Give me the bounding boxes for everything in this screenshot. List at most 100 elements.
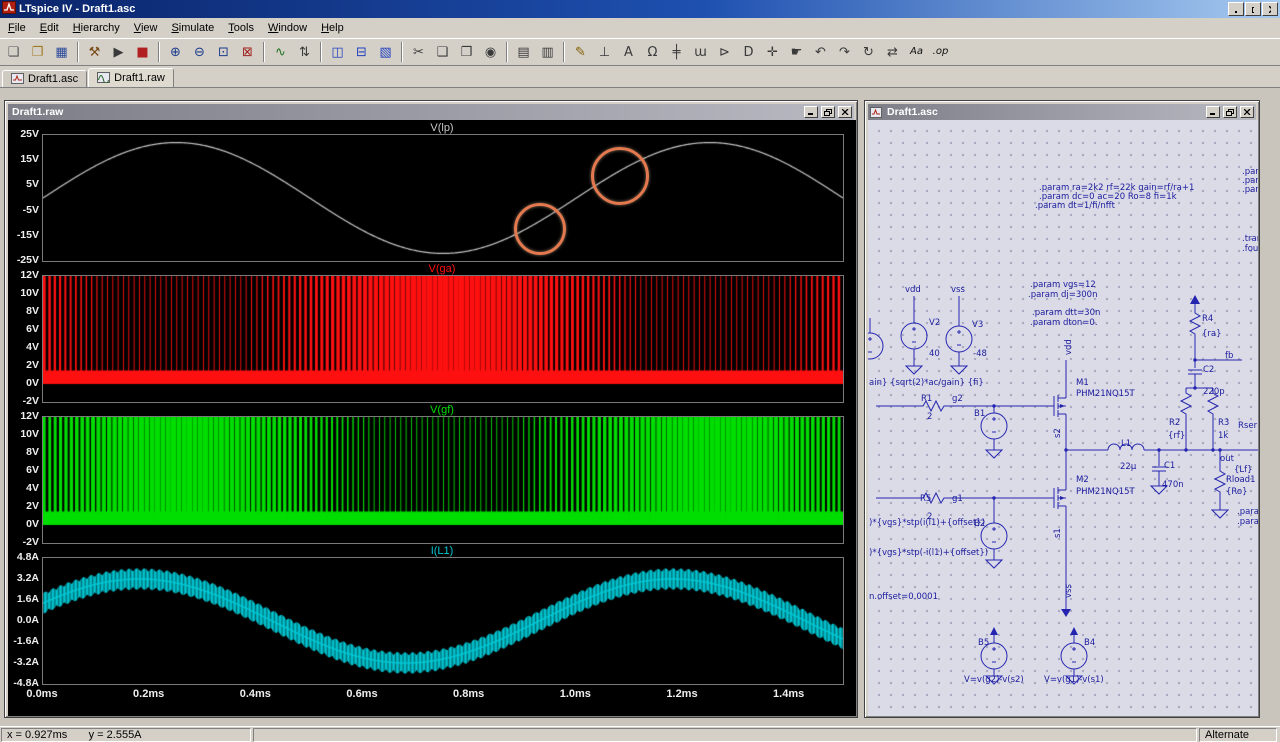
toolbar-place-capacitor-icon[interactable]: ╪ [665,41,688,63]
toolbar-new-schematic-icon[interactable]: ❏ [2,41,25,63]
schematic-text[interactable]: V3 [972,320,983,330]
tab-draft1.asc[interactable]: Draft1.asc [2,70,87,87]
schematic-text[interactable]: .param dt=1/fi/nfft [1035,201,1116,211]
voltage-source-clipped[interactable] [868,333,883,359]
toolbar-copy-icon[interactable]: ❑ [431,41,454,63]
schematic-text[interactable]: {ra} [1202,329,1222,339]
schematic-text[interactable]: 22µ [1120,462,1137,472]
schematic-text[interactable]: vss [1064,584,1074,598]
toolbar-zoom-full-extents-icon[interactable]: ⊡ [212,41,235,63]
schematic-text[interactable]: .param vgs=12 [1030,280,1096,290]
waveform-plot-pane-1[interactable] [42,275,844,403]
schematic-text[interactable]: 2 [927,412,932,422]
waveform-restore-button[interactable] [821,106,835,118]
toolbar-spice-directive-icon[interactable]: .op [929,41,952,63]
schematic-text[interactable]: 40 [929,349,940,359]
schematic-text[interactable]: .four [1242,244,1258,254]
schematic-close-button[interactable] [1240,106,1254,118]
waveform-plot-pane-3[interactable] [42,557,844,685]
schematic-text[interactable]: Rload1 [1226,475,1255,485]
toolbar-place-resistor-icon[interactable]: Ω [641,41,664,63]
toolbar-mirror-icon[interactable]: ⇄ [881,41,904,63]
toolbar-tile-vertical-icon[interactable]: ◫ [326,41,349,63]
toolbar-text-icon[interactable]: Aa [905,41,928,63]
trace-label-V(gf)[interactable]: V(gf) [42,404,842,416]
schematic-text[interactable]: out [1220,454,1235,464]
tab-draft1.raw[interactable]: Draft1.raw [88,68,174,87]
toolbar-place-diode-icon[interactable]: ⊳ [713,41,736,63]
schematic-text[interactable]: V=v(g1)-v(s1) [1044,675,1104,685]
schematic-text[interactable]: M2 [1076,475,1089,485]
schematic-text[interactable]: L1 [1121,439,1131,449]
schematic-text[interactable]: {Ro} [1226,487,1248,497]
toolbar-place-inductor-icon[interactable]: ɯ [689,41,712,63]
schematic-text[interactable]: 1k [1218,431,1228,441]
schematic-text[interactable]: )*{vgs}*stp(-i(l1)+{offset}) [869,548,988,558]
schematic-text[interactable]: -48 [973,349,987,359]
schematic-text[interactable]: {rf} [1168,431,1185,441]
toolbar-cascade-windows-icon[interactable]: ▧ [374,41,397,63]
waveform-plot-pane-2[interactable] [42,416,844,544]
schematic-text[interactable]: ain} {sqrt(2)*ac/gain} {fi} [869,378,984,388]
close-button[interactable] [1262,2,1278,16]
schematic-text[interactable]: V=v(g2)-v(s2) [964,675,1024,685]
toolbar-print-icon[interactable]: ▥ [536,41,559,63]
schematic-text[interactable]: R4 [1202,314,1213,324]
schematic-text[interactable]: 470n [1162,480,1184,490]
toolbar-autorange-y-axis-icon[interactable]: ⇅ [293,41,316,63]
schematic-text[interactable]: .param dtt=30n [1032,308,1100,318]
menu-item-help[interactable]: Help [314,19,351,37]
schematic-text[interactable]: C1 [1164,461,1175,471]
menu-item-file[interactable]: File [1,19,33,37]
trace-label-V(ga)[interactable]: V(ga) [42,263,842,275]
resistor-R4[interactable] [1190,310,1200,338]
schematic-text[interactable]: s2 [1053,428,1063,438]
toolbar-control-panel-icon[interactable]: ⚒ [83,41,106,63]
resistor-Rload[interactable] [1215,468,1225,496]
toolbar-place-component-icon[interactable]: D [737,41,760,63]
waveform-client[interactable]: V(lp)25V15V5V-5V-15V-25VV(ga)12V10V8V6V4… [8,120,856,716]
toolbar-zoom-out-icon[interactable]: ⊖ [188,41,211,63]
toolbar-undo-icon[interactable]: ↶ [809,41,832,63]
toolbar-tile-horizontal-icon[interactable]: ⊟ [350,41,373,63]
mosfet-M2[interactable] [1054,486,1066,510]
schematic-text[interactable]: )*{vgs}*stp(i(l1)+{offset}) [869,518,985,528]
schematic-text[interactable]: B5 [978,638,989,648]
menu-item-window[interactable]: Window [261,19,314,37]
voltage-source-V3[interactable] [946,326,972,352]
trace-label-V(lp)[interactable]: V(lp) [42,122,842,134]
schematic-restore-button[interactable] [1223,106,1237,118]
schematic-text[interactable]: g2 [952,394,963,404]
schematic-text[interactable]: B4 [1084,638,1095,648]
toolbar-cut-icon[interactable]: ✂ [407,41,430,63]
toolbar-open-file-icon[interactable]: ❐ [26,41,49,63]
trace-label-I(L1)[interactable]: I(L1) [42,545,842,557]
restore-button[interactable] [1245,2,1261,16]
toolbar-zoom-in-icon[interactable]: ⊕ [164,41,187,63]
schematic-text[interactable]: fb [1225,351,1233,361]
schematic-text[interactable]: .para [1242,185,1258,195]
schematic-text[interactable]: n.offset=0.0001 [869,592,938,602]
schematic-text[interactable]: vss [951,285,965,295]
toolbar-redo-icon[interactable]: ↷ [833,41,856,63]
schematic-text[interactable]: .param L [1237,517,1258,527]
waveform-window-titlebar[interactable]: Draft1.raw [8,104,854,120]
menu-item-hierarchy[interactable]: Hierarchy [66,19,127,37]
toolbar-draw-wire-icon[interactable]: ✎ [569,41,592,63]
schematic-text[interactable]: .param R [1237,507,1258,517]
toolbar-move-icon[interactable]: ✛ [761,41,784,63]
menu-item-view[interactable]: View [127,19,165,37]
schematic-text[interactable]: R1 [921,394,932,404]
menu-item-edit[interactable]: Edit [33,19,66,37]
resistor-R2[interactable] [1181,390,1191,418]
schematic-window-titlebar[interactable]: Draft1.asc [868,104,1256,120]
toolbar-paste-icon[interactable]: ❒ [455,41,478,63]
schematic-text[interactable]: M1 [1076,378,1089,388]
waveform-minimize-button[interactable] [804,106,818,118]
waveform-plot-pane-0[interactable] [42,134,844,262]
schematic-client[interactable]: .param ra=2k2 rf=22k gain=rf/ra+1.param … [868,120,1258,716]
toolbar-place-label-icon[interactable]: A [617,41,640,63]
menu-item-simulate[interactable]: Simulate [164,19,221,37]
toolbar-print-preview-icon[interactable]: ▤ [512,41,535,63]
toolbar-run-simulation-icon[interactable]: ▶ [107,41,130,63]
